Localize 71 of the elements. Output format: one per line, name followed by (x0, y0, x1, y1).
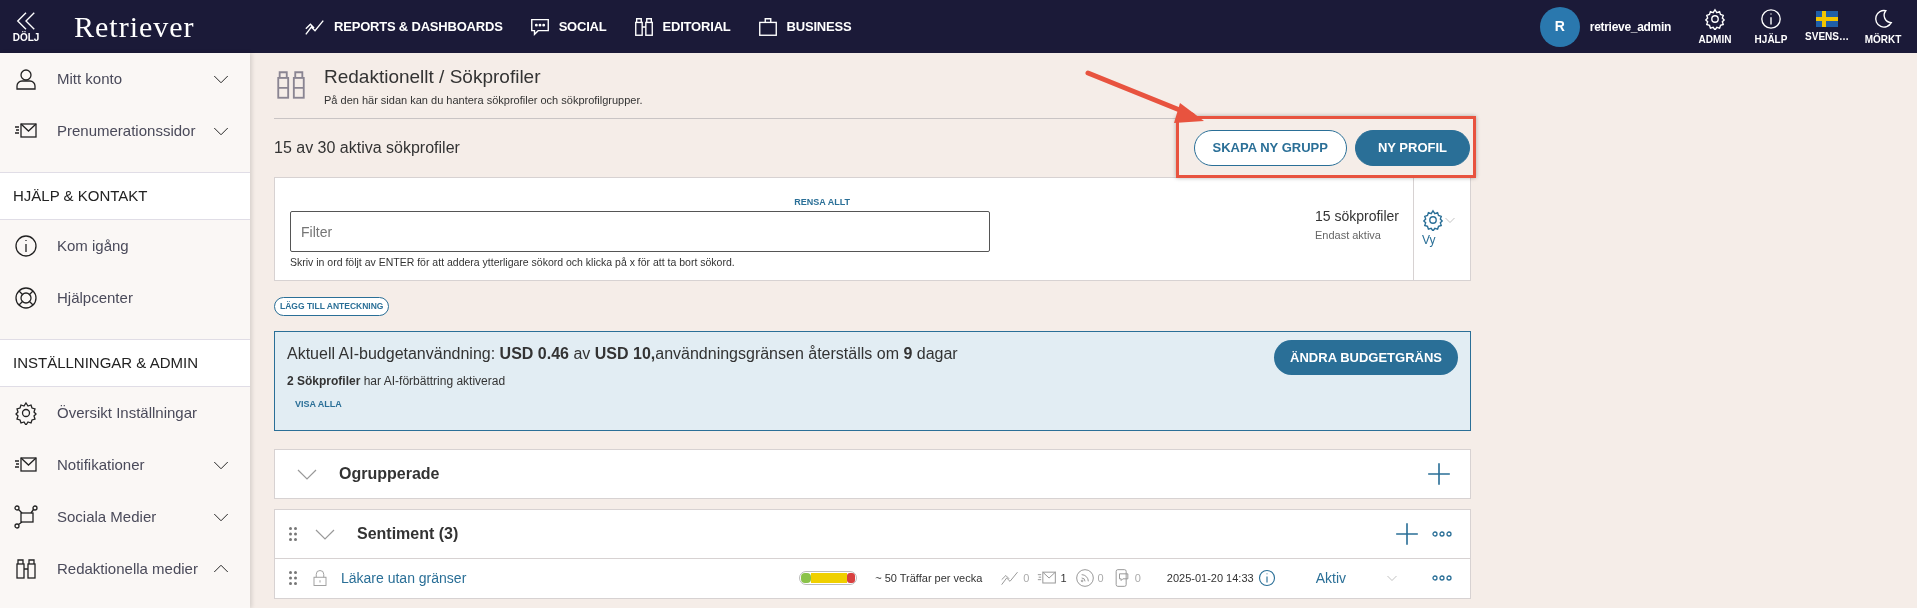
filter-field[interactable]: Filter (290, 211, 990, 252)
sentiment-bar (799, 571, 858, 586)
last-updated-date: 2025-01-20 14:33 (1166, 571, 1254, 586)
rss-icon (1074, 568, 1095, 589)
binoculars-icon (14, 557, 38, 581)
flag-icon (1816, 10, 1838, 27)
more-icon[interactable] (1432, 530, 1452, 537)
double-chevron-left-icon (15, 10, 37, 32)
new-profile-button[interactable]: NY PROFIL (1354, 130, 1470, 166)
plus-icon[interactable] (1394, 520, 1420, 547)
change-budget-button[interactable]: ÄNDRA BUDGETGRÄNS (1274, 339, 1458, 376)
sidebar-item[interactable]: Notifikationer (0, 439, 250, 491)
info-icon (1760, 7, 1782, 30)
group-name: Ogrupperade (339, 463, 440, 484)
add-note-button[interactable]: LÄGG TILL ANTECKNING (274, 297, 390, 316)
plus-icon[interactable] (1426, 460, 1452, 487)
result-note: Endast aktiva (1314, 228, 1382, 243)
profile-link[interactable]: Läkare utan gränser (341, 567, 467, 589)
sidebar-item[interactable]: Sociala Medier (0, 491, 250, 543)
nav-link[interactable]: REPORTS & DASHBOARDS (304, 15, 503, 38)
user-avatar[interactable]: R (1539, 6, 1580, 47)
nav-link[interactable]: SOCIAL (528, 15, 607, 38)
lifebuoy-icon (14, 286, 38, 310)
briefcase-icon (756, 15, 779, 38)
group-name: Sentiment (3) (357, 523, 459, 544)
moon-icon (1872, 7, 1894, 30)
binoculars-icon (632, 15, 655, 38)
stat-count: 0 (1097, 571, 1104, 586)
toolbar-button[interactable]: MÖRKT (1855, 7, 1911, 46)
settings-icon (1704, 7, 1726, 30)
more-icon[interactable] (1432, 575, 1452, 582)
toolbar-button[interactable]: HJÄLP (1743, 7, 1799, 46)
sidebar-item[interactable]: Mitt konto (0, 53, 250, 105)
create-group-button[interactable]: SKAPA NY GRUPP (1193, 130, 1347, 166)
drag-handle-icon[interactable] (289, 571, 297, 586)
hits-per-week: ~ 50 Träffar per vecka (875, 571, 983, 586)
settings-icon (1422, 209, 1444, 231)
toolbar-button[interactable]: ADMIN (1687, 7, 1743, 46)
sidebar-item[interactable]: Hjälpcenter (0, 272, 250, 324)
budget-usage-text: Aktuell AI-budgetanvändning: USD 0.46 av USD 10,användningsgränsen återställs om 9 dagar (287, 343, 958, 364)
section-heading: HJÄLP & KONTAKT (0, 172, 250, 220)
info-icon (14, 234, 38, 258)
ai-profiles-text: 2 Sökprofiler har AI-förbättring aktiverad (287, 372, 507, 390)
page-title: Redaktionellt / Sökprofiler (324, 65, 542, 89)
stat-count: 1 (1060, 571, 1067, 586)
filter-hint: Skriv in ord följt av ENTER för att addera ytterligare sökord och klicka på x för att ta bort sökord. (290, 255, 736, 270)
nav-link[interactable]: BUSINESS (756, 15, 852, 38)
view-menu-button[interactable]: Vy (1413, 178, 1470, 280)
clear-all-link[interactable]: RENSA ALLT (794, 196, 850, 210)
settings-icon (14, 401, 38, 425)
toolbar-button[interactable]: SVENS… (1799, 10, 1855, 43)
stat-count: 0 (1134, 571, 1141, 586)
username[interactable]: retrieve_admin (1589, 17, 1671, 36)
result-count: 15 sökprofiler (1314, 207, 1399, 226)
info-icon (1257, 569, 1276, 588)
logo[interactable]: Retriever (74, 4, 224, 49)
section-heading: INSTÄLLNINGAR & ADMIN (0, 339, 250, 387)
network-icon (14, 505, 38, 529)
drag-handle-icon[interactable] (289, 526, 297, 541)
sidebar-item[interactable]: Kom igång (0, 220, 250, 272)
sidebar-item[interactable]: Redaktionella medier (0, 543, 250, 595)
nav-link[interactable]: EDITORIAL (632, 15, 731, 38)
stat-count: 0 (1023, 571, 1030, 586)
show-all-link[interactable]: VISA ALLA (295, 397, 342, 412)
page-subtitle: På den här sidan kan du hantera sökprofiler och sökprofilgrupper. (324, 92, 643, 108)
collapse-button[interactable]: DÖLJ (0, 9, 52, 44)
sidebar-item[interactable]: Översikt Inställningar (0, 387, 250, 439)
profile-count: 15 av 30 aktiva sökprofiler (274, 138, 460, 158)
status-dropdown[interactable]: Aktiv (1315, 567, 1346, 589)
sidebar-item[interactable]: Prenumerationssidor (0, 105, 250, 157)
user-icon (14, 67, 38, 91)
